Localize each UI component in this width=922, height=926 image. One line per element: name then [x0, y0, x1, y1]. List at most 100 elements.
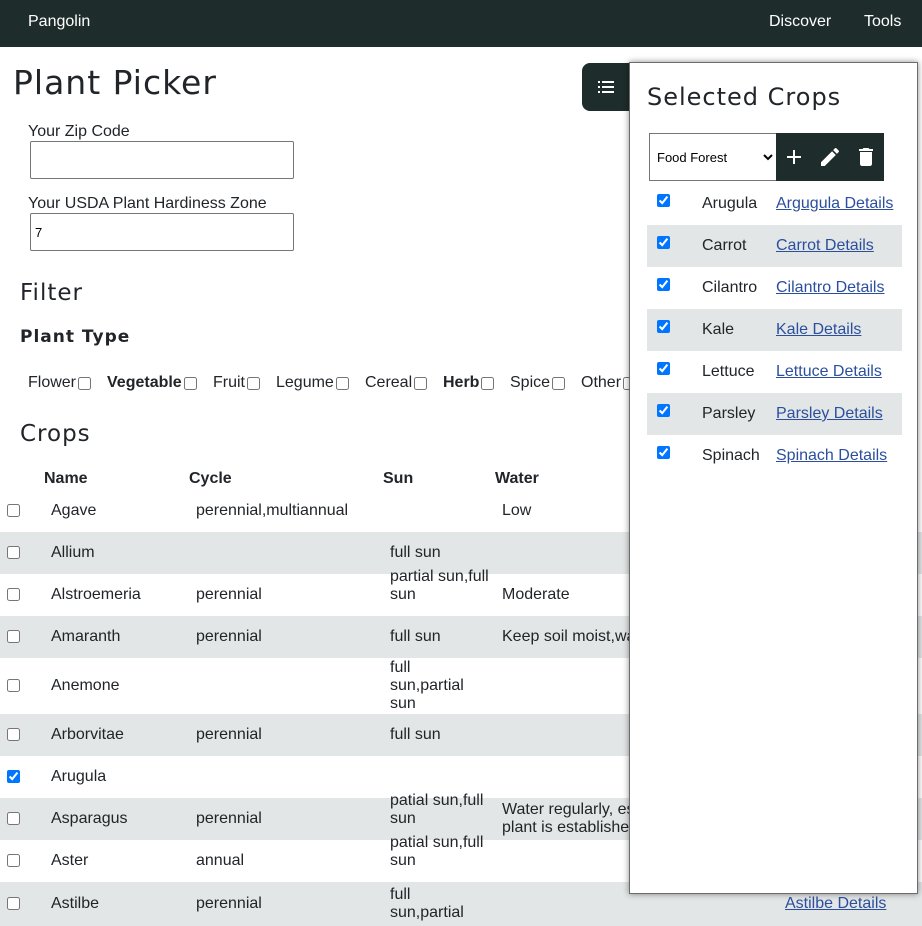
selected-crop-checkbox[interactable] [657, 362, 670, 375]
crop-cycle: perennial,multiannual [196, 502, 349, 519]
selected-crop-row: Parsley Parsley Details [647, 393, 902, 435]
selected-crop-checkbox[interactable] [657, 278, 670, 291]
crop-select-checkbox[interactable] [7, 679, 20, 692]
crop-select-checkbox[interactable] [7, 728, 20, 741]
selected-crop-row: Carrot Carrot Details [647, 225, 902, 267]
column-header-sun[interactable]: Sun [383, 470, 413, 488]
selected-crop-checkbox[interactable] [657, 320, 670, 333]
plant-type-filter-vegetable[interactable]: Vegetable [107, 374, 197, 392]
crop-cycle: perennial [196, 628, 262, 645]
crop-name: Alstroemeria [51, 586, 141, 603]
crop-select-checkbox[interactable] [7, 546, 20, 559]
crop-name: Astilbe [51, 895, 100, 912]
crop-name: Amaranth [51, 628, 121, 645]
crop-sun: patial sun,full sun [390, 834, 484, 869]
zip-code-label: Your Zip Code [28, 123, 130, 140]
trash-icon[interactable] [854, 145, 878, 169]
nav-discover-link[interactable]: Discover [769, 13, 831, 31]
selected-crops-list: Arugula Argugula Details Carrot Carrot Deta… [647, 183, 902, 477]
selected-crop-name: Arugula [702, 195, 758, 212]
crop-select-checkbox[interactable] [7, 630, 20, 643]
plant-type-label: Vegetable [107, 374, 182, 391]
plant-type-label: Cereal [365, 374, 413, 391]
list-icon [598, 81, 614, 93]
selected-crop-name: Carrot [702, 237, 747, 254]
plant-type-filter-cereal[interactable]: Cereal [365, 374, 428, 392]
filter-heading: Filter [20, 280, 83, 306]
plant-type-filter-herb[interactable]: Herb [443, 374, 495, 392]
plant-type-label: Fruit [213, 374, 245, 391]
selected-crop-details-link[interactable]: Spinach Details [776, 447, 887, 465]
crops-heading: Crops [20, 421, 91, 447]
selected-crop-row: Kale Kale Details [647, 309, 902, 351]
selected-crop-checkbox[interactable] [657, 194, 670, 207]
crop-name: Allium [51, 544, 95, 561]
plant-type-label: Herb [443, 374, 480, 391]
crop-cycle: perennial [196, 895, 262, 912]
plant-type-heading: Plant Type [20, 327, 131, 347]
selected-crop-checkbox[interactable] [657, 446, 670, 459]
selected-crop-row: Spinach Spinach Details [647, 435, 902, 477]
plant-type-checkbox[interactable] [183, 376, 197, 390]
crop-cycle: perennial [196, 586, 262, 603]
plant-type-checkbox[interactable] [481, 376, 495, 390]
selected-crops-panel: Selected Crops Food Forest Arugula Argugu… [629, 62, 918, 894]
crop-select-checkbox[interactable] [7, 897, 20, 910]
column-header-cycle[interactable]: Cycle [189, 470, 232, 488]
plant-type-filter-legume[interactable]: Legume [276, 374, 349, 392]
plant-type-filter-spice[interactable]: Spice [510, 374, 566, 392]
crop-select-checkbox[interactable] [7, 854, 20, 867]
crop-sun: full sun [390, 628, 441, 645]
crop-name: Anemone [51, 677, 120, 694]
plant-type-checkbox[interactable] [247, 376, 260, 390]
plant-type-label: Legume [276, 374, 334, 391]
crop-sun: patial sun,full sun [390, 792, 484, 827]
crop-name: Asparagus [51, 810, 128, 827]
plant-type-label: Spice [510, 374, 551, 391]
plant-type-filter-flower[interactable]: Flower [28, 374, 92, 392]
plant-type-checkbox[interactable] [78, 376, 92, 390]
selected-crop-name: Parsley [702, 405, 756, 422]
crop-sun: full sun [390, 544, 441, 561]
hardiness-zone-label: Your USDA Plant Hardiness Zone [28, 195, 267, 212]
selected-crop-checkbox[interactable] [657, 236, 670, 249]
brand-logo[interactable]: Pangolin [28, 13, 90, 31]
selected-crop-name: Kale [702, 321, 735, 338]
selected-crop-checkbox[interactable] [657, 404, 670, 417]
selected-crop-details-link[interactable]: Lettuce Details [776, 363, 882, 381]
panel-title: Selected Crops [647, 83, 842, 111]
crop-select-checkbox[interactable] [7, 812, 20, 825]
hardiness-zone-input[interactable] [30, 213, 294, 251]
page-title: Plant Picker [13, 63, 217, 102]
selected-crop-details-link[interactable]: Cilantro Details [776, 279, 884, 297]
plus-icon[interactable] [782, 145, 806, 169]
selected-crop-details-link[interactable]: Kale Details [776, 321, 861, 339]
crop-details-link[interactable]: Astilbe Details [785, 895, 886, 913]
plant-type-checkbox[interactable] [335, 376, 349, 390]
crop-cycle: perennial [196, 726, 262, 743]
crop-list-select[interactable]: Food Forest [649, 133, 777, 181]
crop-name: Agave [51, 502, 97, 519]
crop-sun: full sun,partial sun [390, 659, 464, 712]
crop-select-checkbox[interactable] [7, 588, 20, 601]
crop-select-checkbox[interactable] [7, 770, 20, 783]
plant-type-checkbox[interactable] [552, 376, 566, 390]
nav-tools-link[interactable]: Tools [864, 13, 901, 31]
plant-type-label: Other [581, 374, 622, 391]
column-header-name[interactable]: Name [44, 470, 88, 488]
selected-crop-details-link[interactable]: Parsley Details [776, 405, 883, 423]
selected-crop-details-link[interactable]: Carrot Details [776, 237, 874, 255]
crop-name: Arborvitae [51, 726, 124, 743]
plant-type-filters: Flower Vegetable Fruit Legume Cereal Herb Spic… [0, 374, 640, 394]
selected-crop-row: Arugula Argugula Details [647, 183, 902, 225]
pencil-icon[interactable] [818, 145, 842, 169]
selected-crop-name: Lettuce [702, 363, 755, 380]
plant-type-checkbox[interactable] [414, 376, 428, 390]
column-header-water[interactable]: Water [495, 470, 539, 488]
crop-select-checkbox[interactable] [7, 504, 20, 517]
selected-crop-details-link[interactable]: Argugula Details [776, 195, 893, 213]
zip-code-input[interactable] [30, 141, 294, 179]
plant-type-filter-other[interactable]: Other [581, 374, 637, 392]
plant-type-filter-fruit[interactable]: Fruit [213, 374, 260, 392]
top-navbar: Pangolin Discover Tools [0, 0, 922, 47]
